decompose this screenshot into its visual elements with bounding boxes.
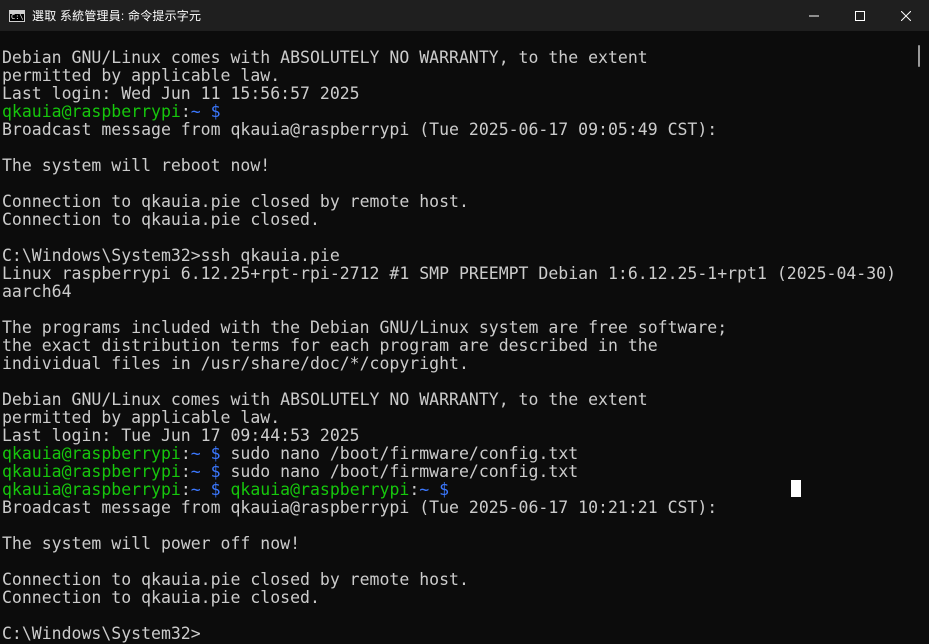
- terminal-line: Connection to qkauia.pie closed by remot…: [2, 193, 896, 211]
- terminal-line: Linux raspberrypi 6.12.25+rpt-rpi-2712 #…: [2, 265, 896, 283]
- terminal-segment: sudo nano /boot/firmware/config.txt: [220, 462, 579, 481]
- terminal-line: Connection to qkauia.pie closed by remot…: [2, 571, 896, 589]
- maximize-button[interactable]: [837, 0, 883, 31]
- terminal-segment: The system will power off now!: [2, 534, 301, 553]
- terminal-line: qkauia@raspberrypi:~ $ sudo nano /boot/f…: [2, 445, 896, 463]
- terminal-segment: :: [409, 480, 420, 499]
- window-controls: [791, 0, 929, 31]
- terminal-segment: Connection to qkauia.pie closed by remot…: [2, 570, 469, 589]
- minimize-icon: [809, 15, 819, 16]
- terminal-segment: Last login: Wed Jun 11 15:56:57 2025: [2, 84, 360, 103]
- terminal-line: C:\Windows\System32>ssh qkauia.pie: [2, 247, 896, 265]
- terminal-segment: ~: [419, 480, 430, 499]
- terminal-segment: Connection to qkauia.pie closed.: [2, 210, 320, 229]
- terminal-segment: individual files in /usr/share/doc/*/cop…: [2, 354, 469, 373]
- terminal-segment: The programs included with the Debian GN…: [2, 318, 728, 337]
- terminal-segment: :: [180, 102, 191, 121]
- terminal-segment: ~: [190, 462, 201, 481]
- terminal-segment: Broadcast message from qkauia@raspberryp…: [2, 498, 718, 517]
- terminal-line: Broadcast message from qkauia@raspberryp…: [2, 499, 896, 517]
- terminal-segment: Connection to qkauia.pie closed.: [2, 588, 320, 607]
- terminal-segment: ~: [190, 480, 201, 499]
- terminal-line: the exact distribution terms for each pr…: [2, 337, 896, 355]
- text-cursor: [791, 480, 801, 497]
- terminal-segment: permitted by applicable law.: [2, 66, 281, 85]
- terminal-segment: :: [180, 444, 191, 463]
- terminal-line: C:\Windows\System32>: [2, 625, 896, 643]
- minimize-button[interactable]: [791, 0, 837, 31]
- terminal-segment: C:\Windows\System32>: [2, 624, 201, 643]
- terminal-line: qkauia@raspberrypi:~ $: [2, 103, 896, 121]
- terminal-window: C:\ 選取 系統管理員: 命令提示字元 Debian GNU/Linux co…: [0, 0, 929, 644]
- terminal-line: aarch64: [2, 283, 896, 301]
- terminal-segment: $: [200, 480, 221, 499]
- cmd-icon-label: C:\: [11, 12, 24, 21]
- terminal-segment: the exact distribution terms for each pr…: [2, 336, 658, 355]
- terminal-segment: ~: [190, 444, 201, 463]
- terminal-segment: Linux raspberrypi 6.12.25+rpt-rpi-2712 #…: [2, 264, 897, 283]
- terminal-segment: ~: [190, 102, 201, 121]
- close-icon: [901, 10, 911, 21]
- terminal-segment: :: [180, 480, 191, 499]
- terminal-line: Connection to qkauia.pie closed.: [2, 211, 896, 229]
- vertical-scrollbar[interactable]: [907, 31, 929, 644]
- terminal-segment: C:\Windows\System32>ssh qkauia.pie: [2, 246, 340, 265]
- terminal-line: permitted by applicable law.: [2, 409, 896, 427]
- terminal-segment: qkauia@raspberrypi: [2, 444, 181, 463]
- terminal-segment: qkauia@raspberrypi: [2, 102, 181, 121]
- terminal-line: Last login: Wed Jun 11 15:56:57 2025: [2, 85, 896, 103]
- terminal-segment: $: [200, 444, 221, 463]
- terminal-line: Debian GNU/Linux comes with ABSOLUTELY N…: [2, 49, 896, 67]
- terminal-segment: Last login: Tue Jun 17 09:44:53 2025: [2, 426, 360, 445]
- terminal-line: qkauia@raspberrypi:~ $ sudo nano /boot/f…: [2, 463, 896, 481]
- terminal-line: The system will power off now!: [2, 535, 896, 553]
- terminal-segment: Connection to qkauia.pie closed by remot…: [2, 192, 469, 211]
- terminal-line: Last login: Tue Jun 17 09:44:53 2025: [2, 427, 896, 445]
- terminal-line: Connection to qkauia.pie closed.: [2, 589, 896, 607]
- terminal-segment: [221, 480, 231, 499]
- terminal-segment: :: [180, 462, 191, 481]
- terminal-segment: Debian GNU/Linux comes with ABSOLUTELY N…: [2, 48, 648, 67]
- terminal-line: The programs included with the Debian GN…: [2, 319, 896, 337]
- terminal-segment: sudo nano /boot/firmware/config.txt: [220, 444, 579, 463]
- terminal-segment: Debian GNU/Linux comes with ABSOLUTELY N…: [2, 390, 648, 409]
- terminal-segment: qkauia@raspberrypi: [2, 462, 181, 481]
- terminal-segment: permitted by applicable law.: [2, 408, 281, 427]
- terminal-line: permitted by applicable law.: [2, 67, 896, 85]
- close-button[interactable]: [883, 0, 929, 31]
- terminal-segment: qkauia@raspberrypi: [230, 480, 410, 499]
- terminal-line: Broadcast message from qkauia@raspberryp…: [2, 121, 896, 139]
- maximize-icon: [855, 10, 865, 21]
- terminal-line: The system will reboot now!: [2, 157, 896, 175]
- terminal-line: individual files in /usr/share/doc/*/cop…: [2, 355, 896, 373]
- terminal-lines: Debian GNU/Linux comes with ABSOLUTELY N…: [2, 49, 896, 643]
- terminal-segment: Broadcast message from qkauia@raspberryp…: [2, 120, 718, 139]
- title-bar[interactable]: C:\ 選取 系統管理員: 命令提示字元: [0, 0, 929, 31]
- terminal-segment: $: [429, 480, 450, 499]
- scrollbar-thumb[interactable]: [918, 45, 920, 67]
- terminal-segment: $: [200, 462, 221, 481]
- terminal-line: qkauia@raspberrypi:~ $ qkauia@raspberryp…: [2, 481, 896, 499]
- terminal-segment: The system will reboot now!: [2, 156, 271, 175]
- cmd-icon[interactable]: C:\: [9, 9, 25, 22]
- terminal-segment: qkauia@raspberrypi: [2, 480, 181, 499]
- terminal-segment: aarch64: [2, 282, 72, 301]
- terminal-output[interactable]: Debian GNU/Linux comes with ABSOLUTELY N…: [2, 31, 907, 644]
- terminal-segment: $: [200, 102, 221, 121]
- terminal-line: Debian GNU/Linux comes with ABSOLUTELY N…: [2, 391, 896, 409]
- window-title: 選取 系統管理員: 命令提示字元: [32, 9, 202, 23]
